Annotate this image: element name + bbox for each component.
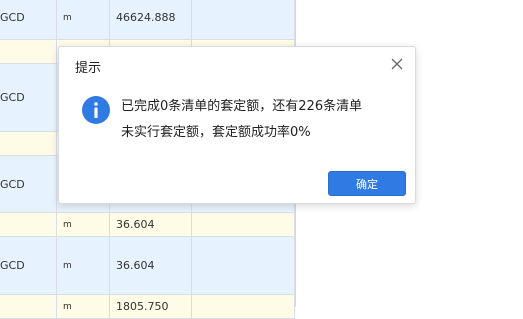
cell-code[interactable] [0,132,57,155]
cell-quantity[interactable]: 36.604 [110,237,192,294]
info-icon [82,96,110,124]
cell-empty[interactable] [192,237,295,294]
table-row[interactable]: GCD m 46624.888 [0,0,295,40]
cell-code[interactable] [0,40,57,63]
table-row[interactable]: GCD m 36.604 [0,237,295,295]
cell-unit[interactable]: m [57,0,110,39]
cell-code[interactable]: GCD [0,64,57,131]
cell-unit[interactable]: m [57,213,110,236]
cell-code[interactable] [0,213,57,236]
cell-quantity[interactable]: 36.604 [110,213,192,236]
ok-button[interactable]: 确定 [328,171,406,196]
cell-quantity[interactable]: 46624.888 [110,0,192,39]
cell-code[interactable]: GCD [0,156,57,212]
close-icon[interactable] [389,56,405,72]
cell-empty[interactable] [192,213,295,236]
prompt-dialog: 提示 已完成0条清单的套定额，还有226条清单 未实行套定额，套定额成功率0% … [58,46,416,204]
table-row[interactable]: m 1805.750 [0,295,295,319]
cell-empty[interactable] [192,0,295,39]
message-line-2: 未实行套定额，套定额成功率0% [121,125,311,140]
message-line-1: 已完成0条清单的套定额，还有226条清单 [121,99,363,114]
dialog-title: 提示 [75,61,102,76]
cell-code[interactable]: GCD [0,237,57,294]
cell-unit[interactable]: m [57,237,110,294]
table-row[interactable]: m 36.604 [0,213,295,237]
dialog-message: 已完成0条清单的套定额，还有226条清单 未实行套定额，套定额成功率0% [121,94,391,146]
cell-code[interactable]: GCD [0,0,57,39]
